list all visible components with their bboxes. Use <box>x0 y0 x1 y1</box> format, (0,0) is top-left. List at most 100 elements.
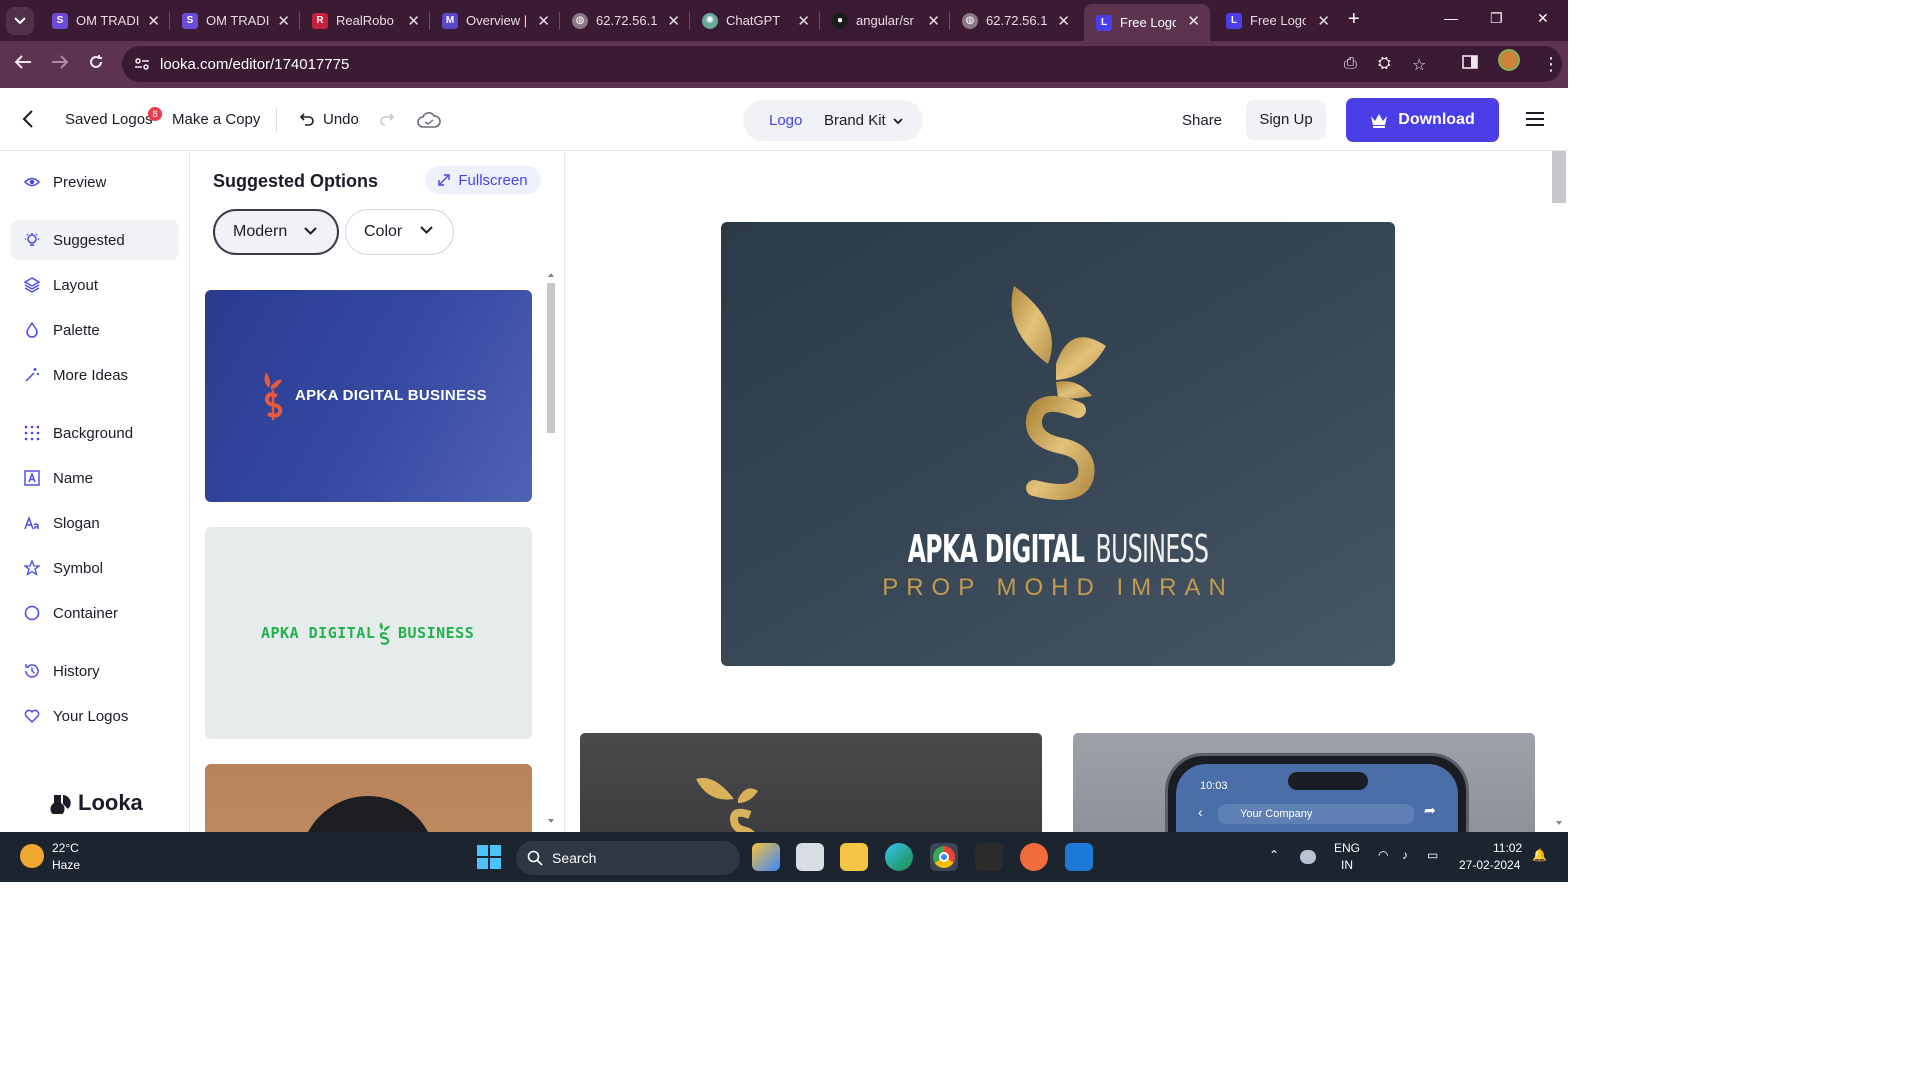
tab-logo[interactable]: Logo <box>769 112 802 129</box>
scroll-up-icon[interactable] <box>547 271 555 279</box>
browser-menu-icon[interactable]: ⋮ <box>1542 54 1560 75</box>
looka-brand-logo[interactable]: Looka <box>50 790 143 816</box>
logo-option-card[interactable] <box>205 764 532 832</box>
download-button[interactable]: Download <box>1346 98 1499 142</box>
sidebar-item-symbol[interactable]: Symbol <box>11 548 179 588</box>
browser-tab[interactable]: R RealRobo ✕ <box>300 0 430 41</box>
sidebar-item-your-logos[interactable]: Your Logos <box>11 696 179 736</box>
windows-start-icon[interactable] <box>477 845 501 869</box>
language-primary[interactable]: ENG <box>1334 841 1360 855</box>
reload-icon[interactable] <box>88 54 104 75</box>
wifi-icon[interactable]: ◠ <box>1378 848 1388 862</box>
close-tab-icon[interactable]: ✕ <box>797 12 810 30</box>
layers-icon <box>24 277 40 293</box>
logo-option-card[interactable]: APKA DIGITAL BUSINESS <box>205 290 532 502</box>
profile-avatar[interactable] <box>1498 49 1520 71</box>
window-close-icon[interactable]: ✕ <box>1537 10 1549 27</box>
tab-search-chevron-icon[interactable] <box>6 7 34 35</box>
undo-button[interactable]: Undo <box>299 111 359 128</box>
close-tab-icon[interactable]: ✕ <box>1187 12 1200 30</box>
copilot-icon[interactable] <box>752 843 780 871</box>
sign-up-button[interactable]: Sign Up <box>1246 100 1326 140</box>
bookmark-star-icon[interactable]: ☆ <box>1412 55 1426 75</box>
saved-logos-link[interactable]: Saved Logos <box>65 111 153 128</box>
browser-tab[interactable]: S OM TRADI ✕ <box>170 0 300 41</box>
browser-tab[interactable]: ◍ 62.72.56.1 ✕ <box>560 0 690 41</box>
file-explorer-icon[interactable] <box>840 843 868 871</box>
sidebar-item-history[interactable]: History <box>11 651 179 691</box>
color-filter-dropdown[interactable]: Color <box>345 209 454 255</box>
close-tab-icon[interactable]: ✕ <box>407 12 420 30</box>
share-button[interactable]: Share <box>1182 112 1222 129</box>
minimize-icon[interactable]: — <box>1444 10 1458 26</box>
sidebar-item-container[interactable]: Container <box>11 593 179 633</box>
close-tab-icon[interactable]: ✕ <box>667 12 680 30</box>
weather-haze-icon[interactable] <box>20 844 44 868</box>
scroll-down-icon[interactable] <box>1555 819 1563 827</box>
close-tab-icon[interactable]: ✕ <box>147 12 160 30</box>
browser-tab[interactable]: ◍ 62.72.56.1 ✕ <box>950 0 1080 41</box>
close-tab-icon[interactable]: ✕ <box>927 12 940 30</box>
postman-icon[interactable] <box>1020 843 1048 871</box>
phone-mockup[interactable]: 10:03 ‹ Your Company ➦ <box>1073 733 1535 832</box>
business-card-mockup[interactable] <box>580 733 1042 832</box>
main-scroll-thumb[interactable] <box>1552 151 1566 203</box>
site-info-icon[interactable] <box>134 56 150 72</box>
text-box-icon <box>24 470 40 486</box>
sidebar-item-background[interactable]: Background <box>11 413 179 453</box>
volume-icon[interactable]: ♪ <box>1402 848 1408 862</box>
panel-scrollbar[interactable] <box>547 271 555 831</box>
terminal-icon[interactable] <box>975 843 1003 871</box>
sidebar-item-name[interactable]: Name <box>11 458 179 498</box>
task-view-icon[interactable] <box>796 843 824 871</box>
redo-icon[interactable] <box>379 112 395 130</box>
back-arrow-icon[interactable] <box>14 54 32 75</box>
edge-browser-icon[interactable] <box>885 843 913 871</box>
browser-tab-active[interactable]: L Free Logo ✕ <box>1084 4 1210 41</box>
style-filter-dropdown[interactable]: Modern <box>213 209 339 255</box>
url-input[interactable]: looka.com/editor/174017775 ⎙ ⛭ ☆ <box>122 46 1562 82</box>
om-trade-icon: S <box>52 12 68 29</box>
clock-date[interactable]: 27-02-2024 <box>1459 858 1520 872</box>
browser-tab[interactable]: L Free Logo ✕ <box>1214 0 1340 41</box>
browser-tab[interactable]: ● angular/sr ✕ <box>820 0 950 41</box>
language-region[interactable]: IN <box>1341 858 1353 872</box>
sidebar-item-preview[interactable]: Preview <box>11 162 179 202</box>
forward-arrow-icon[interactable] <box>51 54 69 75</box>
scroll-down-icon[interactable] <box>547 817 555 825</box>
show-hidden-icons-chevron-icon[interactable]: ⌃ <box>1269 848 1279 862</box>
taskbar-search-box[interactable]: Search <box>516 841 740 875</box>
onedrive-icon[interactable] <box>1300 850 1316 864</box>
translate-icon[interactable]: ⛭ <box>1378 55 1391 73</box>
vscode-icon[interactable] <box>1065 843 1093 871</box>
back-chevron-icon[interactable] <box>22 109 34 134</box>
side-panel-icon[interactable] <box>1462 54 1478 75</box>
browser-tab[interactable]: M Overview | ✕ <box>430 0 560 41</box>
tab-brand-kit[interactable]: Brand Kit <box>824 112 903 129</box>
close-tab-icon[interactable]: ✕ <box>1317 12 1330 30</box>
sidebar-item-layout[interactable]: Layout <box>11 265 179 305</box>
close-tab-icon[interactable]: ✕ <box>277 12 290 30</box>
restore-icon[interactable]: ❐ <box>1490 10 1503 27</box>
close-tab-icon[interactable]: ✕ <box>537 12 550 30</box>
sidebar-item-slogan[interactable]: Slogan <box>11 503 179 543</box>
battery-icon[interactable]: ▭ <box>1427 848 1438 862</box>
sidebar-item-more-ideas[interactable]: More Ideas <box>11 355 179 395</box>
fullscreen-button[interactable]: Fullscreen <box>425 166 541 194</box>
install-app-icon[interactable]: ⎙ <box>1344 55 1357 73</box>
sidebar-item-palette[interactable]: Palette <box>11 310 179 350</box>
hamburger-menu-icon[interactable] <box>1525 111 1545 132</box>
heart-icon <box>24 709 40 723</box>
browser-tab[interactable]: ✺ ChatGPT ✕ <box>690 0 820 41</box>
sidebar-item-suggested[interactable]: Suggested <box>11 220 179 260</box>
chrome-browser-icon[interactable] <box>930 843 958 871</box>
panel-scroll-thumb[interactable] <box>547 283 555 433</box>
clock-time[interactable]: 11:02 <box>1493 841 1522 855</box>
make-copy-link[interactable]: Make a Copy <box>172 111 260 128</box>
browser-tab[interactable]: S OM TRADI ✕ <box>40 0 170 41</box>
logo-option-card[interactable]: APKA DIGITAL BUSINESS <box>205 527 532 739</box>
new-tab-plus-icon[interactable]: + <box>1348 8 1360 31</box>
main-scrollbar[interactable] <box>1550 151 1568 832</box>
close-tab-icon[interactable]: ✕ <box>1057 12 1070 30</box>
notifications-bell-icon[interactable]: 🔔 <box>1532 848 1547 862</box>
